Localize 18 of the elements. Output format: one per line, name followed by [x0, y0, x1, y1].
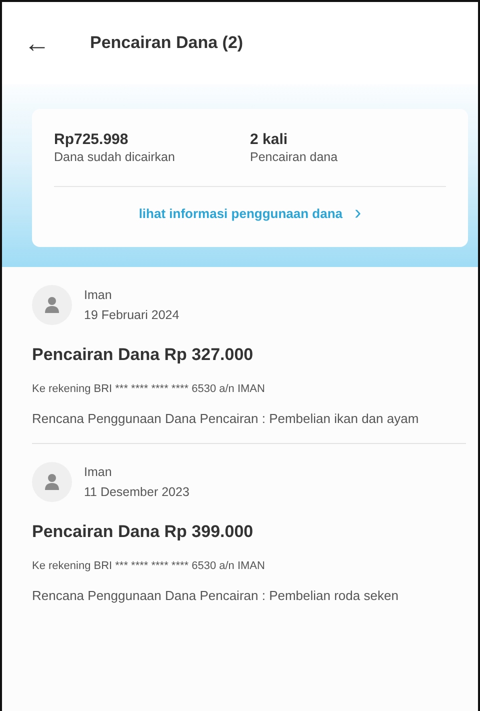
- disbursement-title: Pencairan Dana Rp 399.000: [32, 522, 254, 542]
- stat-value: Rp725.998: [54, 131, 130, 148]
- back-button[interactable]: ←: [24, 30, 50, 56]
- page-title: Pencairan Dana (2): [90, 33, 244, 53]
- stat-value: 2 kali: [250, 131, 289, 148]
- user-name: Iman: [84, 465, 113, 480]
- usage-plan: Rencana Penggunaan Dana Pencairan : Pembelian roda seken: [32, 588, 400, 606]
- avatar-icon: [32, 462, 72, 502]
- account-info: Ke rekening BRI *** **** **** **** 6530 a/n IMAN: [32, 560, 266, 572]
- disbursement-date: 19 Februari 2024: [84, 308, 180, 322]
- usage-plan: Rencana Penggunaan Dana Pencairan : Pembelian ikan dan ayam: [32, 411, 420, 428]
- disbursement-title: Pencairan Dana Rp 327.000: [32, 345, 254, 365]
- avatar-icon: [32, 285, 72, 325]
- account-info: Ke rekening BRI *** **** **** **** 6530 a/n IMAN: [32, 383, 266, 395]
- stat-label: Dana sudah dicairkan: [54, 150, 176, 164]
- disbursement-date: 11 Desember 2023: [84, 485, 190, 500]
- stat-label: Pencairan dana: [250, 150, 339, 164]
- user-name: Iman: [84, 288, 113, 302]
